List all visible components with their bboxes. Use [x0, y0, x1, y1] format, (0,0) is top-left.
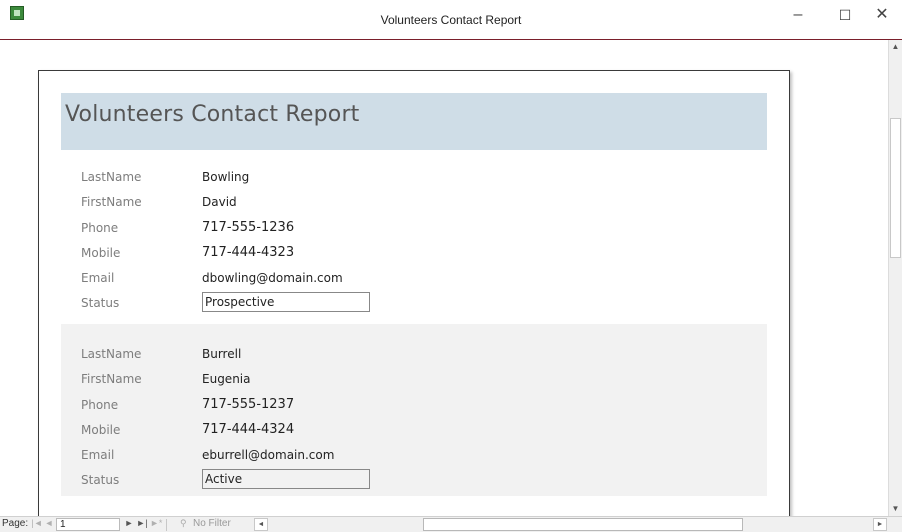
lastname-label: LastName	[81, 170, 142, 184]
no-filter-button[interactable]: No Filter	[193, 518, 231, 529]
mobile-value: 717-444-4323	[202, 245, 295, 260]
mobile-label: Mobile	[81, 423, 121, 437]
mobile-value: 717-444-4324	[202, 422, 295, 437]
lastname-value: Bowling	[202, 170, 250, 184]
previous-page-icon[interactable]: ◄	[43, 518, 55, 528]
phone-label: Phone	[81, 398, 119, 412]
phone-value: 717-555-1237	[202, 397, 295, 412]
mobile-row: Mobile 717-444-4323	[61, 242, 767, 266]
minimize-button[interactable]: –	[778, 4, 818, 26]
phone-label: Phone	[81, 221, 119, 235]
mobile-label: Mobile	[81, 246, 121, 260]
first-page-icon[interactable]: |◄	[31, 518, 43, 528]
scroll-left-arrow-icon[interactable]: ◄	[254, 518, 268, 531]
firstname-value: David	[202, 195, 237, 209]
email-value: dbowling@domain.com	[202, 271, 343, 285]
email-row: Email dbowling@domain.com	[61, 267, 767, 291]
status-value[interactable]: Active	[202, 469, 370, 489]
lastname-value: Burrell	[202, 347, 242, 361]
scroll-up-arrow-icon[interactable]: ▲	[889, 40, 902, 54]
maximize-button[interactable]: ☐	[825, 4, 865, 26]
new-record-icon[interactable]: ►*	[150, 518, 162, 528]
status-row: Status Active	[61, 469, 767, 493]
phone-value: 717-555-1236	[202, 220, 295, 235]
window-title: Volunteers Contact Report	[380, 13, 522, 27]
title-bar: Volunteers Contact Report – ☐ ✕	[0, 0, 902, 40]
last-page-icon[interactable]: ►|	[136, 518, 148, 528]
status-label: Status	[81, 296, 120, 310]
lastname-label: LastName	[81, 347, 142, 361]
phone-row: Phone 717-555-1236	[61, 217, 767, 241]
report-title: Volunteers Contact Report	[65, 102, 360, 127]
close-button[interactable]: ✕	[862, 4, 902, 26]
status-label: Status	[81, 473, 120, 487]
email-value: eburrell@domain.com	[202, 448, 335, 462]
lastname-row: LastName Burrell	[61, 343, 767, 367]
firstname-row: FirstName David	[61, 191, 767, 215]
page-number-input[interactable]: 1	[56, 518, 120, 531]
phone-row: Phone 717-555-1237	[61, 394, 767, 418]
report-page: Volunteers Contact Report LastName Bowli…	[38, 70, 790, 516]
scroll-right-arrow-icon[interactable]: ►	[873, 518, 887, 531]
record-navigation-bar: Page: |◄ ◄ 1 ► ►| ►* ⚲ No Filter ◄ ►	[0, 516, 902, 532]
next-page-icon[interactable]: ►	[123, 518, 135, 528]
status-row: Status Prospective	[61, 292, 767, 316]
status-value[interactable]: Prospective	[202, 292, 370, 312]
page-label: Page:	[2, 518, 29, 529]
lastname-row: LastName Bowling	[61, 166, 767, 190]
vertical-scroll-thumb[interactable]	[890, 118, 901, 258]
mobile-row: Mobile 717-444-4324	[61, 419, 767, 443]
firstname-value: Eugenia	[202, 372, 251, 386]
email-row: Email eburrell@domain.com	[61, 444, 767, 468]
record-detail: LastName Burrell FirstName Eugenia Phone…	[61, 324, 767, 496]
report-header: Volunteers Contact Report	[61, 93, 767, 150]
record-detail: LastName Bowling FirstName David Phone 7…	[61, 166, 767, 321]
vertical-scrollbar[interactable]: ▲ ▼	[888, 40, 902, 516]
horizontal-scroll-thumb[interactable]	[423, 518, 743, 531]
scroll-down-arrow-icon[interactable]: ▼	[889, 502, 902, 516]
filter-icon: ⚲	[180, 518, 187, 528]
email-label: Email	[81, 271, 115, 285]
firstname-label: FirstName	[81, 372, 142, 386]
divider	[166, 519, 167, 531]
firstname-row: FirstName Eugenia	[61, 368, 767, 392]
report-canvas: Volunteers Contact Report LastName Bowli…	[0, 40, 888, 516]
firstname-label: FirstName	[81, 195, 142, 209]
email-label: Email	[81, 448, 115, 462]
